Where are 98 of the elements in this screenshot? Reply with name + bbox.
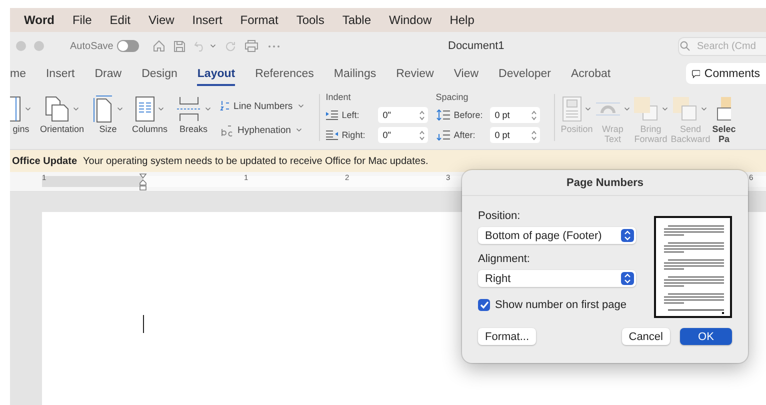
line-numbers-icon xyxy=(220,100,230,112)
home-icon[interactable] xyxy=(153,40,166,52)
ribbon-tab[interactable]: Layout xyxy=(197,62,236,86)
margins-icon xyxy=(10,96,22,122)
chevron-down-icon xyxy=(660,105,669,113)
document-title: Document1 xyxy=(448,40,504,52)
orientation-icon xyxy=(44,96,70,122)
chevron-down-icon xyxy=(296,102,305,110)
group-title: Spacing xyxy=(436,92,470,104)
group-title: Indent xyxy=(326,92,352,104)
field-label: Alignment: xyxy=(478,253,531,265)
size-icon xyxy=(92,95,114,123)
ribbon-tab[interactable]: Acrobat xyxy=(570,62,611,86)
ribbon-tab[interactable]: References xyxy=(255,62,314,86)
menu-item[interactable]: Help xyxy=(450,13,474,27)
comments-button[interactable]: Comments xyxy=(686,63,766,84)
notification-message: Your operating system needs to be updated to receive Office for Mac updates. xyxy=(83,156,428,166)
ribbon-tab[interactable]: Mailings xyxy=(334,62,376,86)
checkbox-label[interactable]: Show number on first page xyxy=(495,299,626,311)
ribbon-tab[interactable]: Review xyxy=(396,62,434,86)
number-field[interactable]: 0" xyxy=(378,107,428,123)
stepper-icon[interactable] xyxy=(418,110,425,120)
chevron-down-icon xyxy=(116,105,124,113)
line-numbers-button[interactable]: Line Numbers xyxy=(220,94,305,118)
dialog-button[interactable]: Cancel xyxy=(622,328,670,345)
ribbon-tab[interactable]: Developer xyxy=(498,62,551,86)
select-arrows-icon xyxy=(621,272,634,285)
app-menu[interactable]: Word xyxy=(24,13,54,27)
ribbon-button-label[interactable]: Breaks xyxy=(180,124,208,134)
chevron-down-icon xyxy=(24,105,32,113)
print-icon[interactable] xyxy=(245,40,258,52)
dialog-button[interactable]: Format... xyxy=(478,328,536,345)
ribbon-tab[interactable]: Draw xyxy=(94,62,122,86)
checkbox[interactable] xyxy=(478,299,490,311)
menu-item[interactable]: View xyxy=(148,13,174,27)
ribbon-button-label[interactable]: Size xyxy=(99,124,117,134)
chevron-down-icon xyxy=(72,105,80,113)
redo-icon[interactable] xyxy=(225,40,236,52)
chevron-down-icon xyxy=(294,126,303,134)
position-icon xyxy=(562,96,582,122)
autosave-toggle[interactable] xyxy=(117,40,140,52)
chevron-down-icon xyxy=(209,42,218,50)
ribbon-tab[interactable]: View xyxy=(454,62,479,86)
autosave-label: AutoSave xyxy=(70,40,114,52)
ribbon-tab[interactable]: Design xyxy=(142,62,178,86)
ribbon-button-label[interactable]: Orientation xyxy=(40,124,84,134)
menu-item[interactable]: Insert xyxy=(192,13,222,27)
stepper-icon[interactable] xyxy=(530,110,537,120)
menu-item[interactable]: Tools xyxy=(296,13,324,27)
indent-right-icon xyxy=(326,130,338,140)
select-pane-icon xyxy=(717,96,731,122)
stepper-icon[interactable] xyxy=(418,130,425,140)
select-arrows-icon xyxy=(621,229,634,242)
spacing-before-icon xyxy=(436,109,450,121)
columns-icon xyxy=(134,96,155,122)
field-label: Position: xyxy=(478,210,522,222)
hyphenation-icon xyxy=(220,123,234,137)
search-field[interactable]: Search (Cmd xyxy=(678,37,766,56)
ok-button[interactable]: OK xyxy=(680,328,732,345)
menu-item[interactable]: File xyxy=(72,13,92,27)
ribbon-tab[interactable]: Insert xyxy=(46,62,75,86)
dialog-title: Page Numbers xyxy=(462,170,748,196)
chevron-down-icon xyxy=(584,105,592,113)
bring-forward-icon xyxy=(632,96,659,122)
notification-title: Office Update xyxy=(12,156,78,166)
comment-icon xyxy=(692,68,700,80)
chevron-down-icon xyxy=(700,105,708,113)
menu-item[interactable]: Edit xyxy=(110,13,130,27)
save-icon[interactable] xyxy=(174,40,186,52)
text-cursor xyxy=(143,315,144,333)
hyphenation-button[interactable]: Hyphenation xyxy=(220,118,305,142)
stepper-icon[interactable] xyxy=(530,130,537,140)
spacing-after-icon xyxy=(436,129,450,141)
field-label: Before: xyxy=(454,110,484,120)
field-label: Right: xyxy=(342,130,366,140)
menu-item[interactable]: Table xyxy=(342,13,372,27)
menu-item[interactable]: Format xyxy=(240,13,278,27)
alignment-select[interactable]: Right xyxy=(478,270,636,287)
chevron-down-icon xyxy=(156,105,165,113)
menu-item[interactable]: Window xyxy=(389,13,432,27)
position-select[interactable]: Bottom of page (Footer) xyxy=(478,227,636,244)
search-icon xyxy=(680,41,690,51)
send-backward-icon xyxy=(672,96,698,122)
breaks-icon xyxy=(176,96,202,122)
indent-left-icon xyxy=(326,110,338,120)
more-icon[interactable] xyxy=(268,44,280,48)
chevron-down-icon xyxy=(204,105,212,113)
number-field[interactable]: 0 pt xyxy=(490,127,540,143)
number-field[interactable]: 0" xyxy=(378,127,428,143)
ribbon-tab[interactable]: me xyxy=(10,62,26,86)
field-label: After: xyxy=(454,130,476,140)
ribbon-button-label[interactable]: Selec Pa xyxy=(712,124,736,144)
chevron-down-icon xyxy=(622,105,631,113)
ribbon-button-label[interactable]: Columns xyxy=(132,124,168,134)
ribbon-button-label[interactable]: gins xyxy=(12,124,30,134)
indent-marker-icon[interactable] xyxy=(139,173,147,191)
number-field[interactable]: 0 pt xyxy=(490,107,540,123)
field-label: Left: xyxy=(342,110,360,120)
